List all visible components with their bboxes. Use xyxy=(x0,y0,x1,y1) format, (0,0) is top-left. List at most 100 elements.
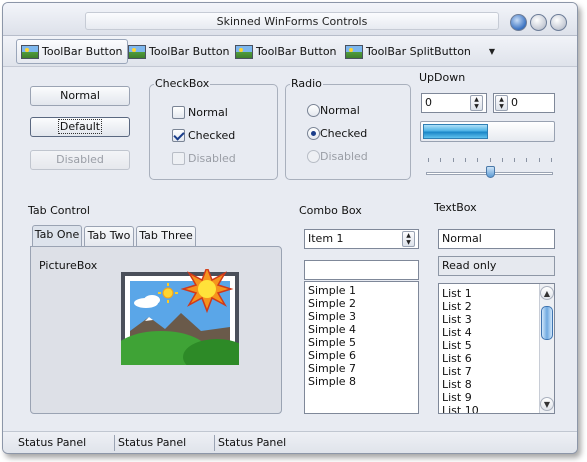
tab-two[interactable]: Tab Two xyxy=(84,226,134,246)
tab-three-label: Tab Three xyxy=(139,229,193,242)
list-item[interactable]: Simple 7 xyxy=(308,362,356,375)
radio-group-label: Radio xyxy=(290,77,323,90)
list-item[interactable]: List 2 xyxy=(442,300,472,313)
scroll-thumb[interactable] xyxy=(541,306,553,340)
toolbar-button-label: ToolBar Button xyxy=(256,45,337,58)
combo-simple-input[interactable] xyxy=(304,260,419,280)
minimize-button[interactable] xyxy=(510,14,527,31)
toolbar-button-1[interactable]: ToolBar Button xyxy=(16,39,128,64)
radio-normal-label: Normal xyxy=(320,104,360,117)
combo-box-value: Item 1 xyxy=(308,232,344,245)
list-item[interactable]: List 6 xyxy=(442,352,472,365)
list-item[interactable]: List 7 xyxy=(442,365,472,378)
checkbox-normal-label: Normal xyxy=(188,106,228,119)
slider-tick xyxy=(440,158,441,162)
list-item[interactable]: List 3 xyxy=(442,313,472,326)
toolbar-splitbutton[interactable]: ToolBar SplitButton ▼ xyxy=(341,39,499,64)
picture-icon xyxy=(345,44,363,59)
picture-icon xyxy=(235,44,253,59)
updown-2-spin-icon[interactable]: ▲ ▼ xyxy=(495,95,508,111)
slider-tick xyxy=(477,158,478,162)
scroll-down-icon[interactable]: ▼ xyxy=(540,397,554,411)
toolbar-button-2[interactable]: ToolBar Button xyxy=(124,39,234,64)
checkbox-checked-label: Checked xyxy=(188,129,236,142)
list-item[interactable]: Simple 8 xyxy=(308,375,356,388)
slider-tick xyxy=(526,158,527,162)
normal-button[interactable]: Normal xyxy=(30,86,130,106)
status-panel-2: Status Panel xyxy=(118,436,187,449)
toolbar-button-3[interactable]: ToolBar Button xyxy=(231,39,341,64)
toolbar-button-label: ToolBar Button xyxy=(42,45,123,58)
slider-tick xyxy=(539,158,540,162)
title-bar[interactable]: Skinned WinForms Controls xyxy=(3,3,577,36)
checkbox-group: CheckBox Normal Checked Disabled xyxy=(149,77,278,180)
list-item[interactable]: List 1 xyxy=(442,287,472,300)
checkbox-disabled xyxy=(172,152,185,165)
toolbar-button-label: ToolBar Button xyxy=(149,45,230,58)
dropdown-arrow-icon[interactable]: ▼ xyxy=(489,47,495,56)
slider-tick xyxy=(465,158,466,162)
progress-fill xyxy=(423,124,488,139)
list-item[interactable]: List 5 xyxy=(442,339,472,352)
progress-bar xyxy=(420,121,555,142)
slider-tick xyxy=(428,158,429,162)
updown-2[interactable]: ▲ ▼ 0 xyxy=(493,93,555,113)
radio-disabled-label: Disabled xyxy=(320,150,368,163)
picture-icon xyxy=(21,44,39,59)
list-item[interactable]: List 8 xyxy=(442,378,472,391)
slider-thumb[interactable] xyxy=(486,166,495,178)
list-item[interactable]: Simple 1 xyxy=(308,284,356,297)
slider-tick xyxy=(490,158,491,162)
updown-1[interactable]: 0 ▲ ▼ xyxy=(421,93,487,113)
radio-group: Radio Normal Checked Disabled xyxy=(285,77,411,180)
tab-control-label: Tab Control xyxy=(28,204,90,217)
list-scrollbar[interactable]: ▲ ▼ xyxy=(539,284,554,413)
slider-tick xyxy=(502,158,503,162)
toolbar: ToolBar Button ToolBar Button ToolBar Bu… xyxy=(3,36,577,67)
status-bar: Status Panel Status Panel Status Panel xyxy=(3,431,577,453)
list-item[interactable]: List 9 xyxy=(442,391,472,404)
radio-normal[interactable] xyxy=(307,104,320,117)
textbox-normal-value: Normal xyxy=(442,232,482,245)
slider-tick xyxy=(551,158,552,162)
picture-image xyxy=(113,264,251,375)
textbox-readonly-value: Read only xyxy=(442,259,497,272)
close-button[interactable] xyxy=(550,14,567,31)
normal-button-label: Normal xyxy=(60,89,100,102)
checkbox-group-label: CheckBox xyxy=(154,77,211,90)
picture-icon xyxy=(128,44,146,59)
list-item[interactable]: Simple 4 xyxy=(308,323,356,336)
radio-checked-label: Checked xyxy=(320,127,368,140)
status-separator xyxy=(114,435,115,451)
tab-two-label: Tab Two xyxy=(87,229,131,242)
tab-three[interactable]: Tab Three xyxy=(136,226,196,246)
combo-box[interactable]: Item 1 ▲ ▼ xyxy=(304,229,419,249)
updown-1-spin-icon[interactable]: ▲ ▼ xyxy=(470,95,483,111)
list-item[interactable]: List 10 xyxy=(442,404,479,413)
radio-disabled xyxy=(307,150,320,163)
combo-simple-list[interactable]: Simple 1 Simple 2 Simple 3 Simple 4 Simple 5… xyxy=(304,281,419,414)
scroll-up-icon[interactable]: ▲ xyxy=(540,286,554,300)
toolbar-splitbutton-label: ToolBar SplitButton xyxy=(366,45,471,58)
slider-tick xyxy=(514,158,515,162)
status-panel-1: Status Panel xyxy=(18,436,87,449)
list-item[interactable]: Simple 5 xyxy=(308,336,356,349)
list-item[interactable]: List 4 xyxy=(442,326,472,339)
picturebox-label: PictureBox xyxy=(39,259,98,272)
updown-2-value: 0 xyxy=(511,96,518,109)
checkbox-normal[interactable] xyxy=(172,106,185,119)
textbox-list[interactable]: ▲ ▼ List 1 List 2 List 3 List 4 List 5 List 6… xyxy=(438,283,555,414)
list-item[interactable]: Simple 3 xyxy=(308,310,356,323)
status-separator xyxy=(214,435,215,451)
textbox-normal[interactable]: Normal xyxy=(438,229,555,249)
default-button[interactable]: Default xyxy=(30,117,130,137)
list-item[interactable]: Simple 2 xyxy=(308,297,356,310)
checkbox-checked[interactable] xyxy=(172,129,185,142)
combo-box-arrow-icon[interactable]: ▲ ▼ xyxy=(402,231,415,247)
updown-1-value: 0 xyxy=(425,96,432,109)
tab-one[interactable]: Tab One xyxy=(32,225,82,247)
maximize-button[interactable] xyxy=(530,14,547,31)
list-item[interactable]: Simple 6 xyxy=(308,349,356,362)
updown-label: UpDown xyxy=(419,71,466,84)
radio-checked[interactable] xyxy=(307,127,320,140)
